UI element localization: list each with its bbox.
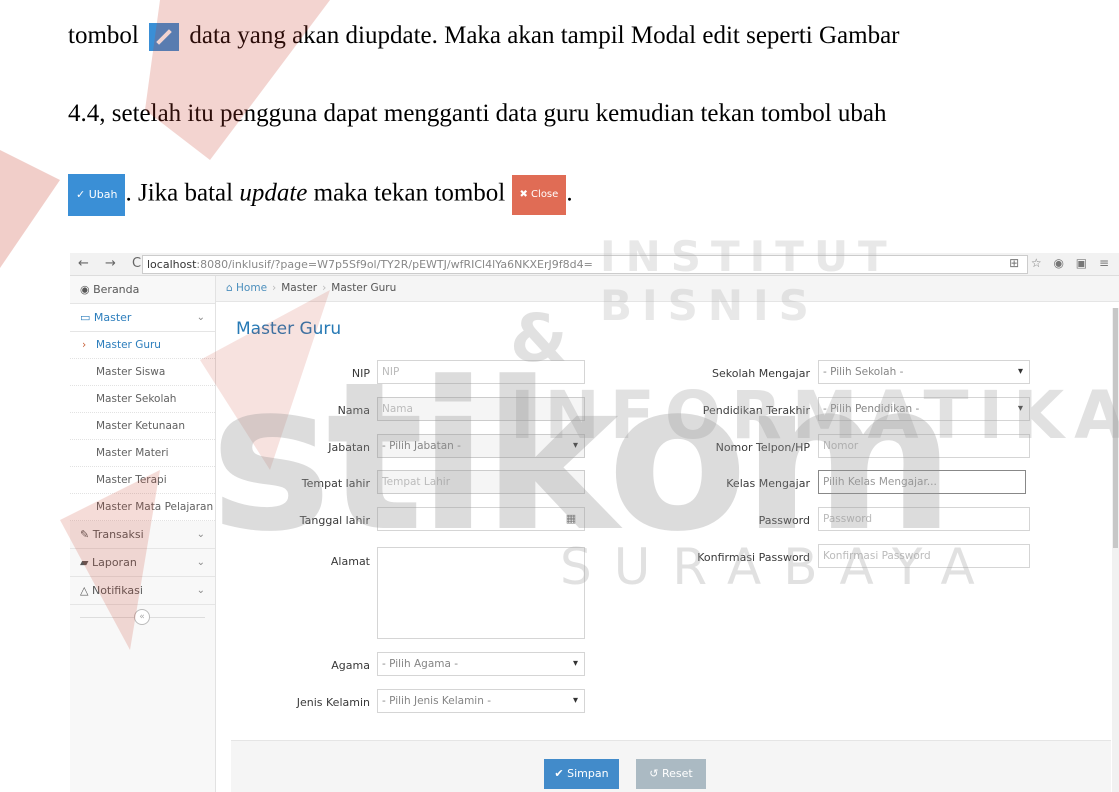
- collapse-icon: «: [134, 609, 150, 625]
- paragraph-line-2: 4.4, setelah itu pengguna dapat menggant…: [68, 100, 887, 127]
- text-line1-rest: data yang akan diupdate. Maka akan tampi…: [189, 22, 900, 49]
- sidebar-subitem: Master Ketunaan: [70, 413, 215, 440]
- sidebar-item-master: ▭ Master ⌄: [70, 304, 215, 332]
- text-tombol: tombol: [68, 22, 139, 49]
- agama-label: Agama: [331, 659, 370, 672]
- text-jika-batal: . Jika batal: [125, 179, 234, 207]
- close-button-image: ✖ Close: [511, 175, 567, 215]
- sidebar-item-laporan: ▰ Laporan ⌄: [70, 549, 215, 577]
- sidebar: ◉ Beranda ▭ Master⌄ Master GuruMaster Si…: [70, 276, 216, 792]
- text-period: .: [566, 179, 573, 207]
- sidebar-subitem: Master Guru: [70, 332, 215, 359]
- paragraph-line-3: ✓ Ubah. Jika batal update maka tekan tom…: [68, 174, 573, 216]
- sekolah-label: Sekolah Mengajar: [712, 367, 810, 380]
- sidebar-subitem: Master Sekolah: [70, 386, 215, 413]
- breadcrumb-sep: ›: [322, 282, 327, 294]
- sidebar-master-label: Master: [93, 311, 132, 324]
- nip-field: NIP: [377, 360, 585, 384]
- chevron-down-icon: ⌄: [196, 557, 205, 568]
- sidebar-subitem: Master Siswa: [70, 359, 215, 386]
- jenis-kelamin-label: Jenis Kelamin: [296, 696, 370, 709]
- chevron-down-icon: ⌄: [196, 312, 205, 323]
- app-screenshot: ← → C localhost:8080/inklusif/?page=W7p5…: [70, 253, 1119, 792]
- agama-select: - Pilih Agama -: [377, 652, 585, 676]
- konfirmasi-label: Konfirmasi Password: [697, 551, 810, 564]
- password-label: Password: [758, 514, 810, 527]
- tanggal-lahir-field: ▦: [377, 507, 585, 531]
- master-submenu: Master GuruMaster SiswaMaster SekolahMas…: [70, 332, 215, 521]
- nip-label: NIP: [351, 367, 370, 380]
- form-actions: ✔ Simpan ↺ Reset: [231, 740, 1111, 792]
- sidebar-beranda-label: Beranda: [93, 283, 140, 296]
- sidebar-collapse: «: [70, 605, 215, 629]
- sidebar-transaksi-label: Transaksi: [92, 528, 144, 541]
- nomor-field: Nomor: [818, 434, 1030, 458]
- breadcrumb-sep: ›: [272, 282, 277, 294]
- url-field: localhost:8080/inklusif/?page=W7p5Sf9ol/…: [142, 255, 1028, 274]
- text-update-italic: update: [239, 179, 308, 207]
- tempat-lahir-label: Tempat lahir: [301, 477, 370, 490]
- tempat-lahir-field: Tempat Lahir: [377, 470, 585, 494]
- sidebar-laporan-label: Laporan: [91, 556, 137, 569]
- sidebar-item-beranda: ◉ Beranda: [70, 276, 215, 304]
- browser-address-bar: ← → C localhost:8080/inklusif/?page=W7p5…: [70, 253, 1119, 276]
- breadcrumb: ⌂ Home › Master › Master Guru: [216, 276, 1119, 302]
- chevron-down-icon: ⌄: [196, 585, 205, 596]
- edit-pencil-icon: [149, 23, 180, 52]
- scrollbar: [1112, 308, 1119, 792]
- text-maka-tekan: maka tekan tombol: [313, 179, 506, 207]
- breadcrumb-master-guru: Master Guru: [331, 282, 397, 294]
- nama-field: Nama: [377, 397, 585, 421]
- url-path: :8080/inklusif/?page=W7p5Sf9ol/TY2R/pEWT…: [196, 258, 593, 271]
- sidebar-item-transaksi: ✎ Transaksi ⌄: [70, 521, 215, 549]
- ubah-button-image: ✓ Ubah: [68, 174, 126, 216]
- tanggal-lahir-label: Tanggal lahir: [299, 514, 370, 527]
- jabatan-label: Jabatan: [328, 441, 370, 454]
- pendidikan-select: - Pilih Pendidikan -: [818, 397, 1030, 421]
- alamat-label: Alamat: [330, 555, 370, 568]
- jabatan-select: - Pilih Jabatan -: [377, 434, 585, 458]
- url-host: localhost: [147, 258, 197, 271]
- kelas-field: Pilih Kelas Mengajar...: [818, 470, 1026, 494]
- alamat-textarea: [377, 547, 585, 639]
- jenis-kelamin-select: - Pilih Jenis Kelamin -: [377, 689, 585, 713]
- sekolah-select: - Pilih Sekolah -: [818, 360, 1030, 384]
- chevron-down-icon: ⌄: [196, 529, 205, 540]
- page-title: Master Guru: [236, 319, 342, 339]
- kelas-label: Kelas Mengajar: [726, 477, 810, 490]
- nomor-label: Nomor Telpon/HP: [715, 441, 810, 454]
- paragraph-line-1: tombol data yang akan diupdate. Maka aka…: [68, 21, 900, 52]
- home-icon: ⌂: [226, 282, 233, 294]
- sidebar-subitem: Master Mata Pelajaran: [70, 494, 215, 521]
- browser-nav-icons: ← → C: [78, 256, 148, 271]
- pendidikan-label: Pendidikan Terakhir: [702, 404, 810, 417]
- reset-button: ↺ Reset: [636, 759, 706, 789]
- password-field: Password: [818, 507, 1030, 531]
- simpan-button: ✔ Simpan: [544, 759, 619, 789]
- browser-toolbar-icons: ⊞ ☆ ◉ ▣ ≡: [1009, 256, 1113, 270]
- konfirmasi-field: Konfirmasi Password: [818, 544, 1030, 568]
- sidebar-subitem: Master Materi: [70, 440, 215, 467]
- sidebar-notifikasi-label: Notifikasi: [91, 584, 143, 597]
- calendar-icon: ▦: [565, 512, 577, 525]
- sidebar-subitem: Master Terapi: [70, 467, 215, 494]
- nama-label: Nama: [337, 404, 370, 417]
- breadcrumb-master: Master: [281, 282, 318, 294]
- sidebar-item-notifikasi: △ Notifikasi ⌄: [70, 577, 215, 605]
- breadcrumb-home: Home: [236, 282, 268, 294]
